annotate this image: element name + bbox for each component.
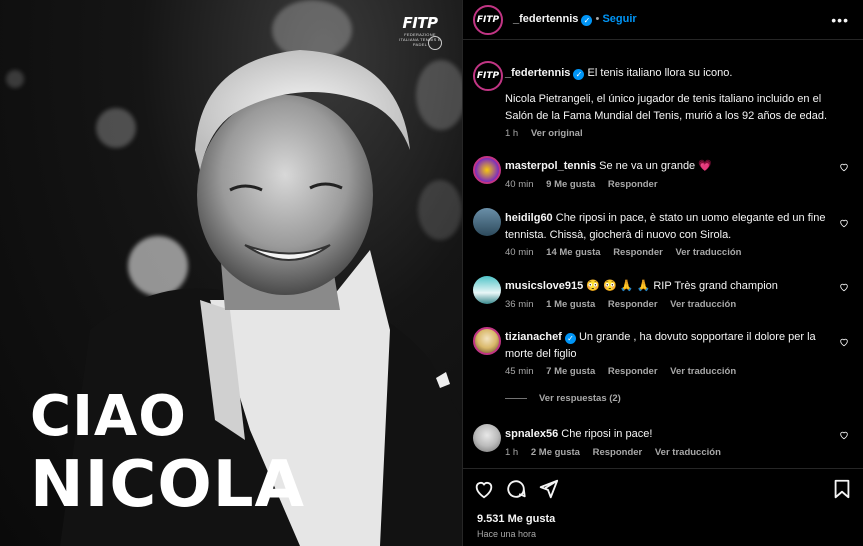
- caption-avatar[interactable]: FITP: [473, 61, 503, 91]
- comment-time: 45 min: [505, 366, 534, 377]
- translate-link[interactable]: Ver traducción: [675, 247, 741, 258]
- like-heart-icon[interactable]: [839, 337, 849, 347]
- see-original-link[interactable]: Ver original: [531, 128, 583, 139]
- comment-time: 40 min: [505, 247, 534, 258]
- comment-time: 1 h: [505, 447, 519, 458]
- more-options-icon[interactable]: •••: [831, 12, 849, 28]
- save-bookmark-icon[interactable]: [831, 478, 853, 500]
- separator-dot: •: [595, 13, 600, 25]
- verified-badge-icon: ✓: [564, 333, 576, 344]
- comment-likes[interactable]: 7 Me gusta: [546, 366, 595, 377]
- commenter-avatar[interactable]: [473, 208, 501, 236]
- caption-title: El tenis italiano llora su icono.: [587, 67, 733, 79]
- comment-likes[interactable]: 1 Me gusta: [546, 299, 595, 310]
- verified-badge-icon: ✓: [573, 69, 585, 80]
- translate-link[interactable]: Ver traducción: [655, 447, 721, 458]
- caption-time: 1 h: [505, 128, 519, 139]
- comment-text: Se ne va un grande 💗: [599, 160, 712, 172]
- comment-time: 36 min: [505, 299, 534, 310]
- follow-button[interactable]: Seguir: [602, 13, 636, 25]
- commenter-username[interactable]: masterpol_tennis: [505, 160, 596, 172]
- reply-button[interactable]: Responder: [593, 447, 643, 458]
- commenter-avatar[interactable]: [473, 424, 501, 452]
- fitp-logo-mark: FITP: [402, 14, 438, 32]
- view-replies-button[interactable]: Ver respuestas (2): [505, 393, 621, 404]
- comment-icon[interactable]: [505, 478, 527, 500]
- post-image[interactable]: FITP FEDERAZIONE ITALIANA TENNIS E PADEL…: [0, 0, 462, 546]
- caption-username[interactable]: _federtennis: [505, 67, 570, 79]
- verified-badge-icon: ✓: [581, 15, 593, 26]
- translate-link[interactable]: Ver traducción: [670, 366, 736, 377]
- comment-text: Che riposi in pace!: [561, 428, 653, 440]
- reply-button[interactable]: Responder: [608, 366, 658, 377]
- reply-button[interactable]: Responder: [608, 179, 658, 190]
- headline-line2: NICOLA: [30, 448, 306, 522]
- comment-time: 40 min: [505, 179, 534, 190]
- commenter-username[interactable]: spnalex56: [505, 428, 558, 440]
- commenter-avatar[interactable]: [473, 156, 501, 184]
- post-sidebar: FITP _federtennis ✓ • Seguir ••• FITP _f…: [462, 0, 863, 546]
- author-username[interactable]: _federtennis: [513, 13, 578, 25]
- comment-likes[interactable]: 9 Me gusta: [546, 179, 595, 190]
- tennis-ball-icon: [428, 36, 442, 50]
- commenter-username[interactable]: musicslove915: [505, 280, 583, 292]
- comment-likes[interactable]: 14 Me gusta: [546, 247, 600, 258]
- like-heart-icon[interactable]: [839, 430, 849, 440]
- comments-section[interactable]: FITP _federtennis ✓ El tenis italiano ll…: [463, 41, 863, 467]
- reply-button[interactable]: Responder: [608, 299, 658, 310]
- post-header: FITP _federtennis ✓ • Seguir •••: [463, 0, 863, 40]
- like-heart-icon[interactable]: [839, 282, 849, 292]
- commenter-avatar[interactable]: [473, 327, 501, 355]
- headline-line1: CIAO: [30, 384, 187, 449]
- share-icon[interactable]: [537, 478, 559, 500]
- author-avatar[interactable]: FITP: [473, 5, 503, 35]
- comment-text: Che riposi in pace, è stato un uomo eleg…: [505, 212, 826, 241]
- post-actions: 9.531 Me gusta Hace una hora: [463, 468, 863, 546]
- like-icon[interactable]: [473, 478, 495, 500]
- comment-text: 😳 😳 🙏 🙏 RIP Très grand champion: [586, 280, 778, 292]
- caption-body: Nicola Pietrangeli, el único jugador de …: [505, 93, 828, 122]
- replies-divider: [505, 397, 527, 399]
- fitp-logo: FITP FEDERAZIONE ITALIANA TENNIS E PADEL: [394, 14, 446, 50]
- translate-link[interactable]: Ver traducción: [670, 299, 736, 310]
- comment-likes[interactable]: 2 Me gusta: [531, 447, 580, 458]
- commenter-username[interactable]: heidilg60: [505, 212, 553, 224]
- commenter-username[interactable]: tizianachef: [505, 331, 562, 343]
- like-heart-icon[interactable]: [839, 162, 849, 172]
- post-timestamp: Hace una hora: [477, 529, 537, 539]
- commenter-avatar[interactable]: [473, 276, 501, 304]
- like-heart-icon[interactable]: [839, 218, 849, 228]
- reply-button[interactable]: Responder: [613, 247, 663, 258]
- author-info: _federtennis ✓ • Seguir: [513, 13, 637, 26]
- likes-count[interactable]: 9.531 Me gusta: [477, 513, 555, 525]
